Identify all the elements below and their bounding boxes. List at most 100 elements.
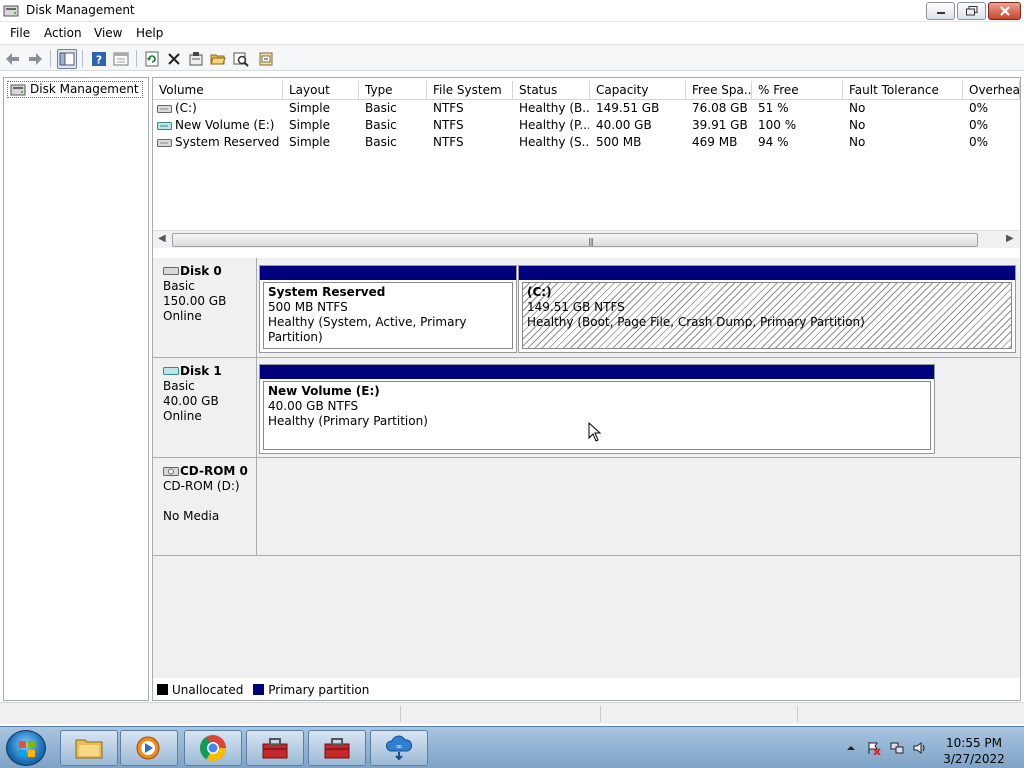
minimize-button[interactable]: [926, 2, 955, 20]
taskbar-chrome[interactable]: [184, 730, 242, 766]
svg-text:∞: ∞: [396, 742, 403, 751]
column-header-type[interactable]: Type: [359, 81, 427, 100]
taskbar-file-explorer[interactable]: [60, 730, 118, 766]
refresh-button[interactable]: [142, 49, 162, 69]
column-header-free-space[interactable]: Free Spa...: [686, 81, 752, 100]
cell-capacity: 500 MB: [596, 135, 642, 149]
scroll-left-icon[interactable]: ◀: [158, 233, 166, 244]
disk-1-label[interactable]: Disk 1 Basic 40.00 GB Online: [153, 358, 257, 458]
toolbar-separator: [136, 50, 137, 67]
disk-size: 150.00 GB: [163, 294, 227, 308]
cell-file-system: NTFS: [433, 135, 464, 149]
start-button[interactable]: [6, 730, 46, 766]
cell-percent-free: 51 %: [758, 101, 789, 115]
disk-state: Online: [163, 309, 202, 323]
disk-icon: [163, 367, 179, 375]
taskbar-cloud-app[interactable]: ∞: [370, 730, 428, 766]
primary-partition-bar: [519, 266, 1015, 280]
close-button[interactable]: [988, 2, 1021, 20]
properties-view-button[interactable]: [111, 49, 131, 69]
properties-icon: [189, 52, 203, 66]
chrome-icon: [199, 735, 227, 762]
menu-view[interactable]: View: [94, 26, 122, 40]
disk-map: Disk 0 Basic 150.00 GB Online System Res…: [153, 258, 1020, 697]
column-header-layout[interactable]: Layout: [283, 81, 359, 100]
forward-button[interactable]: [25, 49, 45, 69]
cell-volume: System Reserved: [175, 135, 279, 149]
cell-fault-tolerance: No: [849, 118, 866, 132]
disk-type: Basic: [163, 279, 195, 293]
cell-type: Basic: [365, 135, 397, 149]
column-header-capacity[interactable]: Capacity: [590, 81, 686, 100]
scrollbar-thumb[interactable]: |||: [172, 233, 978, 247]
status-separator: [797, 706, 798, 722]
menu-file[interactable]: File: [10, 26, 30, 40]
taskbar-toolbox-app[interactable]: [308, 730, 366, 766]
help-icon: ?: [92, 52, 106, 67]
cell-capacity: 40.00 GB: [596, 118, 652, 132]
cell-free-space: 39.91 GB: [692, 118, 748, 132]
toolbar-separator: [82, 50, 83, 67]
partition-system-reserved[interactable]: System Reserved 500 MB NTFS Healthy (Sys…: [259, 265, 517, 353]
column-header-fault-tolerance[interactable]: Fault Tolerance: [843, 81, 963, 100]
cdrom-0-row: [257, 458, 1020, 556]
toolbox-icon: [324, 738, 350, 759]
cell-free-space: 469 MB: [692, 135, 738, 149]
disk-management-icon: [10, 84, 26, 96]
cdrom-0-label[interactable]: CD-ROM 0 CD-ROM (D:) No Media: [153, 458, 257, 556]
back-button[interactable]: [3, 49, 23, 69]
taskbar-media-player[interactable]: [120, 730, 178, 766]
action-center-icon[interactable]: [867, 741, 881, 755]
volume-icon[interactable]: [913, 741, 927, 755]
taskbar: ∞ 10:55 PM 3/27/2022: [0, 726, 1024, 768]
partition-name: (C:): [527, 285, 552, 299]
disk-size: 40.00 GB: [163, 394, 219, 408]
back-arrow-icon: [6, 53, 19, 65]
partition-name: New Volume (E:): [268, 384, 380, 398]
disk-name: Disk 0: [180, 264, 222, 278]
cell-fault-tolerance: No: [849, 135, 866, 149]
column-header-volume[interactable]: Volume: [153, 81, 283, 100]
cell-percent-free: 94 %: [758, 135, 789, 149]
svg-text:?: ?: [96, 54, 102, 67]
legend-primary: Primary partition: [268, 683, 370, 697]
open-button[interactable]: [208, 49, 228, 69]
disk-0-label[interactable]: Disk 0 Basic 150.00 GB Online: [153, 258, 257, 358]
disk-management-icon: [3, 5, 19, 17]
column-header-file-system[interactable]: File System: [427, 81, 513, 100]
properties-button[interactable]: [186, 49, 206, 69]
cell-overhead: 0%: [969, 118, 989, 132]
console-tree: Disk Management: [3, 77, 149, 701]
more-actions-button[interactable]: [256, 49, 276, 69]
disk-state: Online: [163, 409, 202, 423]
status-bar: [0, 702, 1024, 724]
show-hidden-icons-icon[interactable]: [844, 741, 858, 755]
menu-action[interactable]: Action: [44, 26, 82, 40]
disk-type: CD-ROM (D:): [163, 479, 240, 493]
legend: Unallocated Primary partition: [157, 683, 369, 699]
cell-status: Healthy (P...: [519, 118, 589, 132]
show-hide-console-tree-button[interactable]: [57, 49, 77, 69]
partition-c[interactable]: (C:) 149.51 GB NTFS Healthy (Boot, Page …: [518, 265, 1016, 353]
horizontal-scrollbar[interactable]: ◀ ||| ▶: [153, 230, 1020, 248]
disk-name: CD-ROM 0: [180, 464, 248, 478]
restore-button[interactable]: [957, 2, 986, 20]
help-button[interactable]: ?: [89, 49, 109, 69]
scroll-right-icon[interactable]: ▶: [1006, 233, 1014, 244]
cell-type: Basic: [365, 118, 397, 132]
cell-free-space: 76.08 GB: [692, 101, 748, 115]
menu-help[interactable]: Help: [136, 26, 163, 40]
cell-type: Basic: [365, 101, 397, 115]
rescan-button[interactable]: [231, 49, 251, 69]
network-icon[interactable]: [890, 741, 904, 755]
cell-file-system: NTFS: [433, 101, 464, 115]
delete-button[interactable]: [164, 49, 184, 69]
column-header-status[interactable]: Status: [513, 81, 590, 100]
drive-icon: [157, 139, 172, 147]
taskbar-toolbox-app[interactable]: [246, 730, 304, 766]
tree-item-disk-management[interactable]: Disk Management: [7, 81, 143, 98]
column-header-overhead[interactable]: Overhead: [963, 81, 1020, 100]
cell-overhead: 0%: [969, 135, 989, 149]
system-clock[interactable]: 10:55 PM 3/27/2022: [930, 735, 1018, 767]
column-header-percent-free[interactable]: % Free: [752, 81, 843, 100]
